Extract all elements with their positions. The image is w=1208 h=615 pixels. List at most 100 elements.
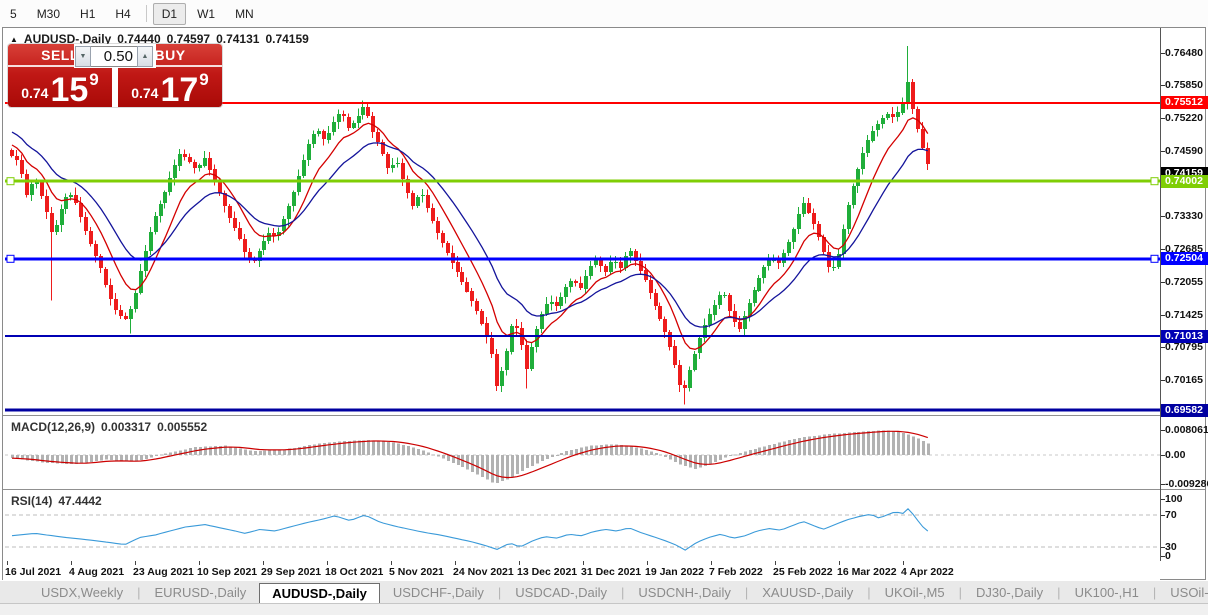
tab-usdchf-daily[interactable]: USDCHF-,Daily xyxy=(380,583,497,602)
price-tick-label: 0.73330 xyxy=(1165,210,1208,222)
mt4-window: 5M30H1H4D1W1MN ▲ AUDUSD-,Daily 0.74440 0… xyxy=(0,0,1208,615)
date-label: 10 Sep 2021 xyxy=(197,566,257,578)
date-tick xyxy=(7,561,8,565)
rsi-label: RSI(14) 47.4442 xyxy=(11,494,108,508)
tab-separator: | xyxy=(867,585,870,600)
date-label: 5 Nov 2021 xyxy=(389,566,444,578)
tab-dj30-daily[interactable]: DJ30-,Daily xyxy=(963,583,1056,602)
macd-splitter[interactable] xyxy=(3,415,1205,417)
timeframe-5[interactable]: 5 xyxy=(1,3,26,25)
date-tick xyxy=(455,561,456,565)
tab-usdcnh-daily[interactable]: USDCNH-,Daily xyxy=(625,583,743,602)
date-tick xyxy=(519,561,520,565)
volume-input[interactable] xyxy=(91,46,137,67)
timeframe-D1[interactable]: D1 xyxy=(153,3,186,25)
date-label: 4 Apr 2022 xyxy=(901,566,954,578)
buy-price-big: 17 xyxy=(160,73,198,107)
chart-tabs-bar: USDX,Weekly|EURUSD-,DailyAUDUSD-,DailyUS… xyxy=(0,581,1208,603)
price-badge: 0.74002 xyxy=(1161,175,1208,188)
rsi-tick-label: 0 xyxy=(1165,550,1208,562)
date-label: 31 Dec 2021 xyxy=(581,566,641,578)
date-label: 18 Oct 2021 xyxy=(325,566,383,578)
rsi-name: RSI(14) xyxy=(11,494,52,508)
price-tick-label: 0.74590 xyxy=(1165,145,1208,157)
date-tick xyxy=(135,561,136,565)
one-click-trading-panel: SELL 0.74 15 9 BUY 0.74 17 9 ▼ ▲ xyxy=(8,44,222,107)
tab-separator: | xyxy=(745,585,748,600)
buy-price-sup: 9 xyxy=(199,70,208,90)
tab-separator: | xyxy=(1057,585,1060,600)
rsi-value: 47.4442 xyxy=(58,494,101,508)
macd-tick-label: -0.009286 xyxy=(1165,478,1208,490)
sell-price-big: 15 xyxy=(50,73,88,107)
price-tick-label: 0.70165 xyxy=(1165,374,1208,386)
tab-audusd-daily[interactable]: AUDUSD-,Daily xyxy=(259,583,380,604)
tab-usdcad-daily[interactable]: USDCAD-,Daily xyxy=(502,583,620,602)
timeframe-W1[interactable]: W1 xyxy=(188,3,224,25)
tab-separator: | xyxy=(137,585,140,600)
timeframe-M30[interactable]: M30 xyxy=(28,3,69,25)
volume-control: ▼ ▲ xyxy=(74,44,156,68)
ohlc-close: 0.74159 xyxy=(265,32,308,46)
date-tick xyxy=(199,561,200,565)
date-label: 23 Aug 2021 xyxy=(133,566,194,578)
date-label: 4 Aug 2021 xyxy=(69,566,124,578)
tab-separator: | xyxy=(498,585,501,600)
tab-xauusd-daily[interactable]: XAUUSD-,Daily xyxy=(749,583,866,602)
price-badge: 0.72504 xyxy=(1161,252,1208,265)
price-badge: 0.75512 xyxy=(1161,96,1208,109)
rsi-splitter[interactable] xyxy=(3,489,1205,491)
sell-price-prefix: 0.74 xyxy=(21,85,48,101)
date-tick xyxy=(327,561,328,565)
tab-usoil-h1[interactable]: USOil-,H1 xyxy=(1157,583,1208,602)
tab-separator: | xyxy=(1153,585,1156,600)
rsi-tick-label: 70 xyxy=(1165,509,1208,521)
tab-separator: | xyxy=(621,585,624,600)
date-label: 24 Nov 2021 xyxy=(453,566,514,578)
date-label: 29 Sep 2021 xyxy=(261,566,321,578)
ohlc-low: 0.74131 xyxy=(216,32,259,46)
sell-price-sup: 9 xyxy=(89,70,98,90)
date-axis[interactable]: 16 Jul 2021 4 Aug 2021 23 Aug 202110 Sep 2… xyxy=(3,561,1160,580)
date-label: 19 Jan 2022 xyxy=(645,566,704,578)
rsi-tick-label: 100 xyxy=(1165,493,1208,505)
rsi-pane[interactable] xyxy=(5,492,1161,560)
collapse-icon[interactable]: ▲ xyxy=(10,35,18,44)
tab-eurusd-daily[interactable]: EURUSD-,Daily xyxy=(142,583,260,602)
macd-tick-label: 0.008061 xyxy=(1165,424,1208,436)
date-tick xyxy=(647,561,648,565)
date-tick xyxy=(711,561,712,565)
volume-up-button[interactable]: ▲ xyxy=(137,46,153,67)
date-tick xyxy=(839,561,840,565)
date-label: 25 Feb 2022 xyxy=(773,566,833,578)
price-tick-label: 0.70795 xyxy=(1165,341,1208,353)
price-tick-label: 0.75220 xyxy=(1165,112,1208,124)
date-label: 16 Jul 2021 xyxy=(5,566,61,578)
timeframe-H4[interactable]: H4 xyxy=(106,3,139,25)
volume-down-button[interactable]: ▼ xyxy=(75,46,91,67)
date-tick xyxy=(391,561,392,565)
buy-price-display[interactable]: 0.74 17 9 xyxy=(118,69,222,107)
price-tick-label: 0.71425 xyxy=(1165,309,1208,321)
toolbar-separator xyxy=(146,5,147,22)
sell-price-display[interactable]: 0.74 15 9 xyxy=(8,69,112,107)
timeframe-H1[interactable]: H1 xyxy=(71,3,104,25)
tab-ukoil-m5[interactable]: UKOil-,M5 xyxy=(872,583,958,602)
tab-usdx-weekly[interactable]: USDX,Weekly xyxy=(28,583,136,602)
macd-name: MACD(12,26,9) xyxy=(11,420,95,434)
date-tick xyxy=(903,561,904,565)
date-label: 13 Dec 2021 xyxy=(517,566,577,578)
status-strip xyxy=(0,603,1208,615)
price-badge: 0.71013 xyxy=(1161,330,1208,343)
date-tick xyxy=(71,561,72,565)
date-label: 7 Feb 2022 xyxy=(709,566,763,578)
macd-label: MACD(12,26,9) 0.003317 0.005552 xyxy=(11,420,213,434)
timeframe-MN[interactable]: MN xyxy=(226,3,263,25)
macd-value-main: 0.003317 xyxy=(101,420,151,434)
date-tick xyxy=(263,561,264,565)
macd-value-signal: 0.005552 xyxy=(157,420,207,434)
date-tick xyxy=(775,561,776,565)
tab-uk100-h1[interactable]: UK100-,H1 xyxy=(1062,583,1152,602)
price-tick-label: 0.76480 xyxy=(1165,47,1208,59)
date-tick xyxy=(583,561,584,565)
